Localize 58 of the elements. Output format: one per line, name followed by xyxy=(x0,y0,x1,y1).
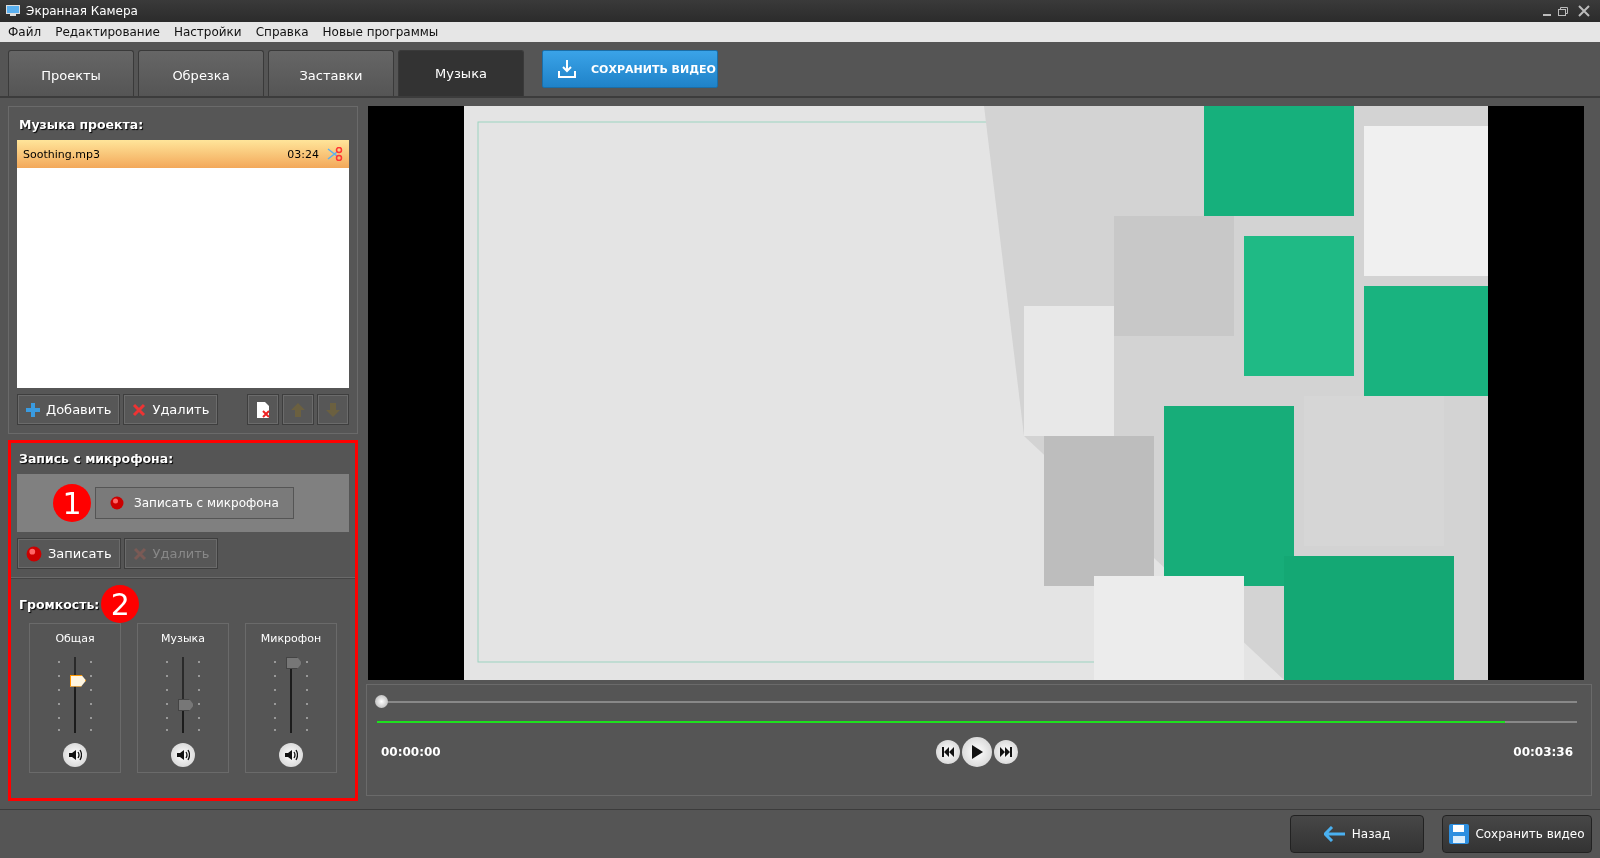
slider-thumb[interactable] xyxy=(70,674,86,687)
menu-item[interactable]: Новые программы xyxy=(322,25,439,39)
speaker-icon xyxy=(284,749,298,761)
skip-back-icon xyxy=(942,747,954,757)
maximize-icon[interactable] xyxy=(1558,6,1568,16)
record-mic-button[interactable]: Записать с микрофона xyxy=(95,487,294,519)
plus-icon xyxy=(26,402,40,417)
channel-label: Музыка xyxy=(161,632,205,645)
delete-button[interactable]: Удалить xyxy=(123,394,219,425)
menu-item[interactable]: Редактирование xyxy=(55,25,160,39)
play-button[interactable] xyxy=(962,737,992,767)
add-button[interactable]: Добавить xyxy=(17,394,121,425)
tab[interactable]: Музыка xyxy=(398,50,524,96)
total-time: 00:03:36 xyxy=(1512,745,1573,759)
next-button[interactable] xyxy=(994,740,1018,764)
tab[interactable]: Обрезка xyxy=(138,50,264,96)
cross-icon xyxy=(132,402,147,417)
save-video-button[interactable]: Сохранить видео xyxy=(1442,815,1592,853)
download-icon xyxy=(557,59,577,79)
section-title: Музыка проекта: xyxy=(19,117,145,132)
slider-thumb[interactable] xyxy=(286,657,302,669)
section-title: Громкость: xyxy=(19,596,100,612)
track-name: Soothing.mp3 xyxy=(23,147,101,161)
current-time: 00:00:00 xyxy=(381,745,442,759)
file-delete-icon xyxy=(256,401,270,418)
record-icon xyxy=(26,545,42,562)
monitor-icon xyxy=(6,5,20,17)
mute-button[interactable] xyxy=(63,743,87,767)
slider-thumb[interactable] xyxy=(178,699,194,711)
seek-thumb[interactable] xyxy=(375,695,388,708)
step-badge: 2 xyxy=(101,585,140,623)
remove-file-button[interactable] xyxy=(247,394,279,425)
track-row[interactable]: Soothing.mp3 03:24 xyxy=(17,140,349,168)
track-duration: 03:24 xyxy=(287,147,319,161)
channel-label: Микрофон xyxy=(260,632,322,645)
section-title: Запись с микрофона: xyxy=(19,451,175,466)
mute-button[interactable] xyxy=(171,743,195,767)
scissors-icon[interactable] xyxy=(327,147,343,161)
record-icon xyxy=(110,496,124,510)
close-icon[interactable] xyxy=(1578,5,1590,17)
cross-icon xyxy=(132,546,147,561)
channel-label: Общая xyxy=(55,632,95,645)
menu-item[interactable]: Справка xyxy=(255,25,309,39)
arrow-left-icon xyxy=(1323,826,1346,842)
window-title: Экранная Камера xyxy=(26,4,139,18)
tab[interactable]: Проекты xyxy=(8,50,134,96)
tab[interactable]: Заставки xyxy=(268,50,394,96)
step-badge: 1 xyxy=(53,484,91,522)
menu-item[interactable]: Настройки xyxy=(173,25,242,39)
speaker-icon xyxy=(68,749,82,761)
speaker-icon xyxy=(176,749,190,761)
play-icon xyxy=(971,745,983,759)
skip-forward-icon xyxy=(1000,747,1012,757)
previous-button[interactable] xyxy=(936,740,960,764)
mute-button[interactable] xyxy=(279,743,303,767)
back-button[interactable]: Назад xyxy=(1290,815,1424,853)
record-button[interactable]: Записать xyxy=(17,538,121,569)
menu-item[interactable]: Файл xyxy=(8,25,42,39)
